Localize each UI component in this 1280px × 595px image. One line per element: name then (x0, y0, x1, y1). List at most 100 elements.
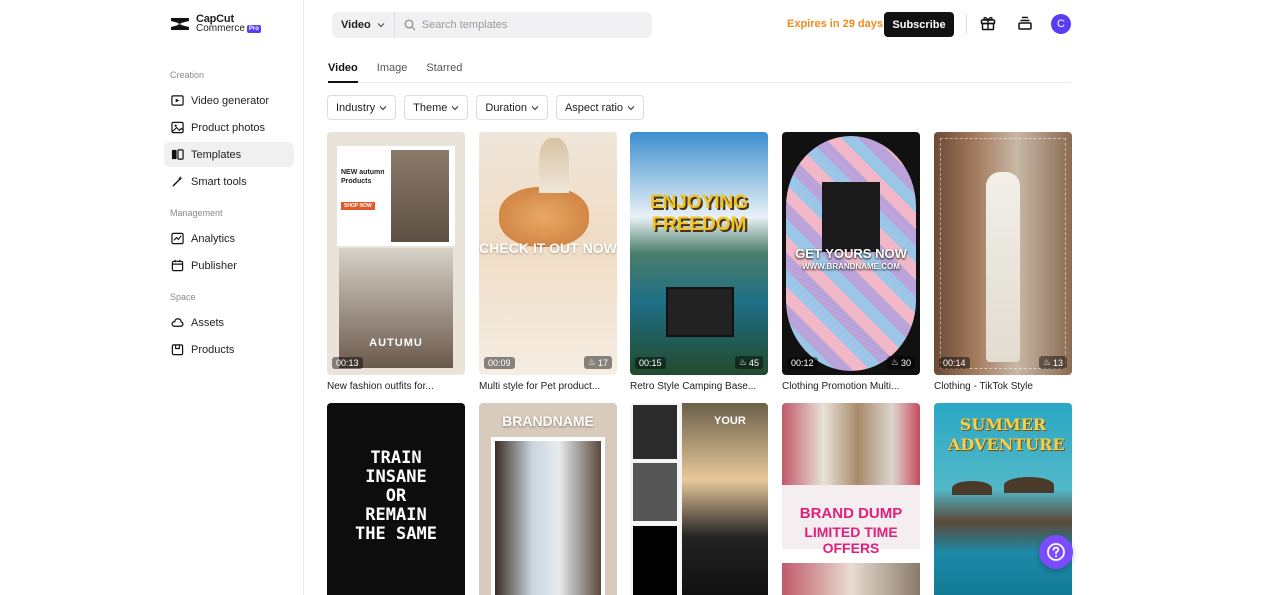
section-label-creation: Creation (170, 70, 205, 80)
chevron-down-icon (452, 105, 459, 110)
usage-count-badge: ♨ 13 (1038, 356, 1067, 369)
sidebar-item-label: Video generator (191, 94, 270, 107)
usage-count-badge: ♨ 45 (734, 356, 763, 369)
sidebar-item-product-photos[interactable]: Product photos (164, 115, 294, 140)
duration-badge: 00:13 (332, 357, 363, 369)
card-overlay-text: CHECK IT OUT NOW (479, 240, 617, 256)
template-thumbnail: TRAIN INSANE OR REMAIN THE SAME (327, 403, 465, 595)
search-icon (404, 19, 416, 31)
duration-badge: 00:09 (484, 357, 515, 369)
template-thumbnail: GET YOURS NOW WWW.BRANDNAME.COM 00:12 ♨ 3… (782, 132, 920, 375)
usage-count-badge: ♨ 17 (583, 356, 612, 369)
template-card[interactable]: GET YOURS NOW WWW.BRANDNAME.COM 00:12 ♨ 3… (782, 132, 920, 392)
usage-count: 13 (1052, 357, 1063, 368)
usage-count: 45 (748, 357, 759, 368)
filter-label: Aspect ratio (564, 101, 624, 114)
section-label-management: Management (170, 208, 223, 218)
filter-duration[interactable]: Duration (476, 95, 548, 120)
usage-count: 17 (597, 357, 608, 368)
template-thumbnail: 00:14 ♨ 13 (934, 132, 1072, 375)
filter-aspect-ratio[interactable]: Aspect ratio (555, 95, 645, 120)
chevron-down-icon (377, 23, 385, 28)
stack-icon[interactable] (1016, 14, 1034, 32)
filter-bar: Industry Theme Duration Aspect ratio (327, 95, 645, 120)
sidebar-item-label: Smart tools (191, 175, 247, 188)
card-overlay-text: ENJOYING FREEDOM (649, 192, 749, 235)
template-title: Clothing - TikTok Style (934, 381, 1033, 392)
filter-theme[interactable]: Theme (404, 95, 469, 120)
sidebar-item-label: Publisher (191, 259, 237, 272)
template-card[interactable]: 00:14 ♨ 13 Clothing - TikTok Style (934, 132, 1072, 392)
search-bar: Video (332, 12, 652, 38)
flame-icon: ♨ (587, 357, 596, 367)
card-overlay-text: BRANDNAME (502, 413, 594, 429)
tab-image[interactable]: Image (377, 58, 408, 83)
template-title: Clothing Promotion Multi... (782, 381, 900, 392)
templates-icon (171, 149, 184, 160)
template-card[interactable]: NEW autumn Products SHOP NOW AUTUMU 00:1… (327, 132, 465, 392)
chevron-down-icon (627, 105, 635, 110)
sidebar-item-templates[interactable]: Templates (164, 142, 294, 167)
capcut-commerce-logo[interactable]: CapCut Commerce Pro (169, 14, 261, 34)
chart-icon (171, 232, 184, 245)
card-overlay-text: AUTUMU (369, 337, 423, 349)
chevron-down-icon (379, 105, 387, 110)
header-divider (966, 14, 967, 34)
filter-label: Duration (485, 101, 527, 114)
card-overlay-subtext: WWW.BRANDNAME.COM (802, 262, 900, 271)
card-overlay-subtext: NEW autumn Products (341, 169, 385, 185)
duration-badge: 00:14 (939, 357, 970, 369)
content-type-value: Video (341, 19, 371, 31)
trial-expiry-text: Expires in 29 days (787, 18, 883, 30)
sidebar-item-analytics[interactable]: Analytics (164, 226, 294, 251)
template-title: Multi style for Pet product... (479, 381, 601, 392)
content-type-select[interactable]: Video (332, 12, 395, 38)
brand-subname: Commerce (196, 23, 245, 34)
magic-wand-icon (172, 175, 183, 187)
flame-icon: ♨ (890, 357, 899, 367)
pro-badge: Pro (246, 25, 261, 33)
template-thumbnail: NEW autumn Products SHOP NOW AUTUMU 00:1… (327, 132, 465, 375)
sidebar-item-smart-tools[interactable]: Smart tools (164, 169, 294, 194)
sidebar-item-publisher[interactable]: Publisher (164, 253, 294, 278)
subscribe-button[interactable]: Subscribe (884, 12, 954, 37)
template-title: Retro Style Camping Base... (630, 381, 757, 392)
card-overlay-subtext: LIMITED TIME OFFERS (804, 524, 898, 556)
template-card[interactable]: CHECK IT OUT NOW 00:09 ♨ 17 Multi style f… (479, 132, 617, 392)
filter-label: Theme (413, 101, 448, 114)
flame-icon: ♨ (1042, 357, 1051, 367)
template-card[interactable]: TRAIN INSANE OR REMAIN THE SAME (327, 403, 465, 595)
box-icon (171, 344, 184, 356)
template-card[interactable]: ENJOYING FREEDOM 00:15 ♨ 45 Retro Style C… (630, 132, 768, 392)
template-thumbnail: ENJOYING FREEDOM 00:15 ♨ 45 (630, 132, 768, 375)
template-card[interactable]: BRANDNAME (479, 403, 617, 595)
cloud-icon (171, 318, 184, 327)
template-card[interactable]: YOUR (630, 403, 768, 595)
usage-count-badge: ♨ 30 (886, 356, 915, 369)
filter-industry[interactable]: Industry (327, 95, 397, 120)
duration-badge: 00:15 (635, 357, 666, 369)
sidebar-item-video-generator[interactable]: Video generator (164, 88, 294, 113)
shop-now-badge: SHOP NOW (341, 202, 375, 210)
gift-icon[interactable] (979, 14, 997, 32)
template-title: New fashion outfits for... (327, 381, 434, 392)
help-button[interactable] (1039, 535, 1073, 569)
image-icon (171, 121, 184, 134)
sidebar-item-products[interactable]: Products (164, 337, 294, 362)
template-thumbnail: CHECK IT OUT NOW 00:09 ♨ 17 (479, 132, 617, 375)
tab-starred[interactable]: Starred (426, 58, 462, 83)
sidebar-item-label: Product photos (191, 121, 265, 134)
chevron-down-icon (531, 105, 539, 110)
card-overlay-text: SUMMER ADVENTURE (948, 415, 1065, 454)
flame-icon: ♨ (738, 357, 747, 367)
avatar[interactable]: C (1051, 14, 1071, 34)
search-input[interactable] (421, 19, 642, 31)
sidebar-item-label: Templates (191, 148, 242, 161)
content-tabs: Video Image Starred (328, 58, 1071, 83)
card-overlay-text: BRAND DUMP (799, 505, 903, 522)
section-label-space: Space (170, 292, 196, 302)
tab-video[interactable]: Video (328, 58, 358, 83)
sidebar-item-label: Assets (191, 316, 225, 329)
template-card[interactable]: BRAND DUMP LIMITED TIME OFFERS (782, 403, 920, 595)
sidebar-item-assets[interactable]: Assets (164, 310, 294, 335)
